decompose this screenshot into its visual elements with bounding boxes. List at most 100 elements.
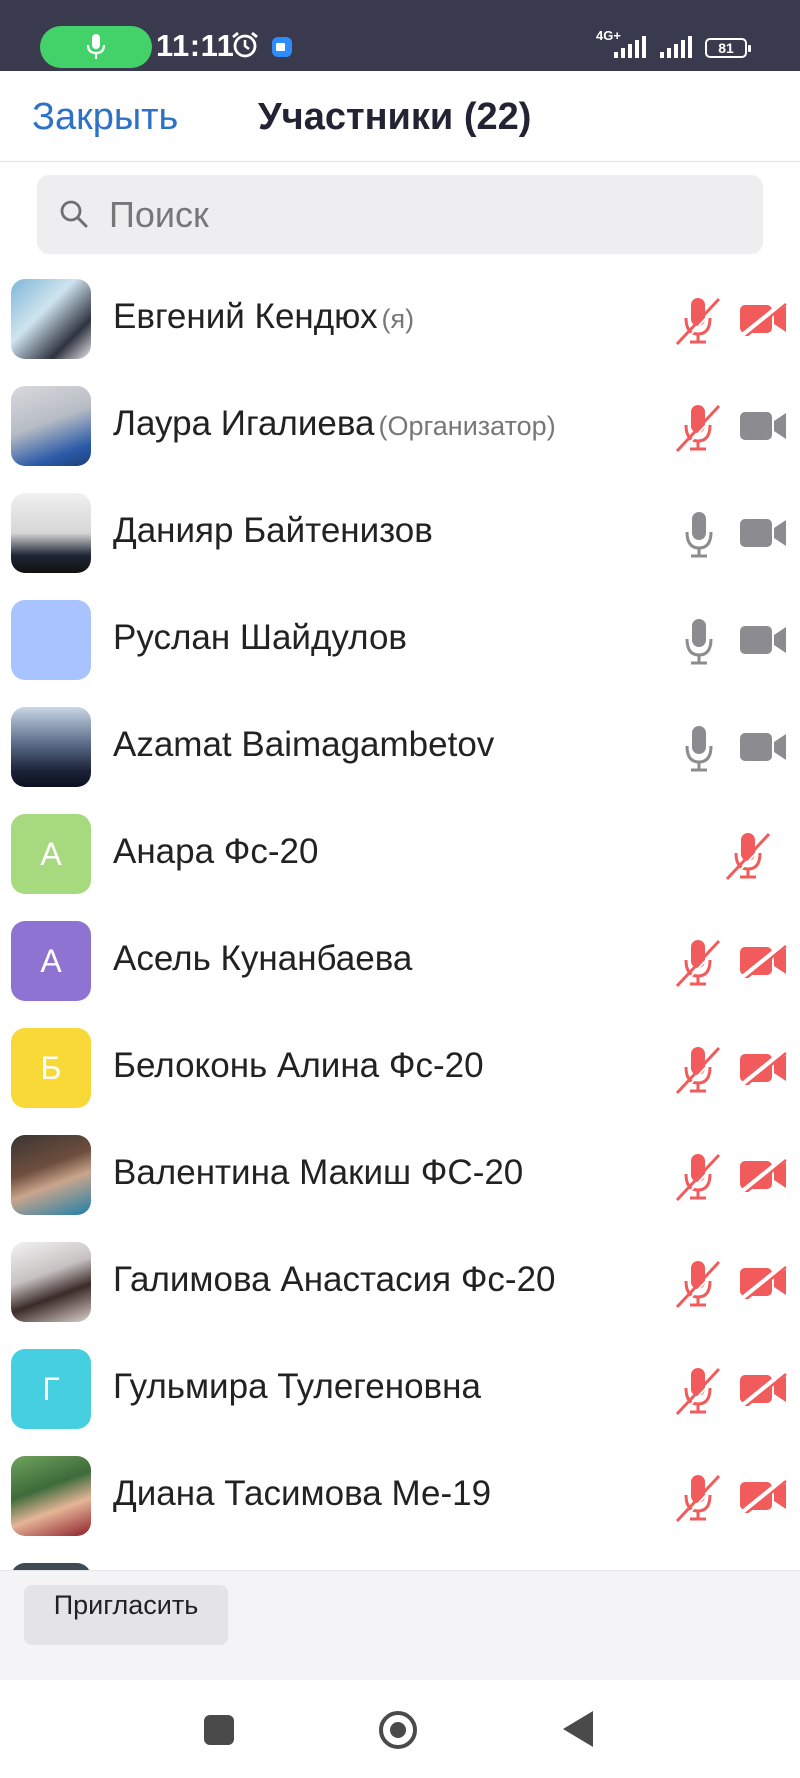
microphone-icon [86,34,106,59]
avatar [11,1135,91,1215]
signal-icon [660,36,692,58]
avatar: Б [11,1028,91,1108]
participant-name-text: Валентина Макиш ФС-20 [113,1153,524,1192]
battery-level: 81 [718,40,734,56]
participant-name-text: Руслан Шайдулов [113,618,408,657]
avatar [11,386,91,466]
video-off-icon[interactable] [740,1049,788,1090]
participant-name: Гульмира Тулегеновна [113,1367,481,1407]
participant-role-tag: (я) [381,304,415,334]
avatar [11,1456,91,1536]
video-camera-icon[interactable] [740,623,788,662]
participant-row[interactable]: А Асель Кунанбаева [0,907,800,1014]
video-off-icon[interactable] [740,300,788,341]
search-icon [60,200,88,228]
participants-header: Закрыть Участники (22) [0,71,800,162]
microphone-muted-icon[interactable] [674,1259,723,1314]
avatar [11,600,91,680]
participant-name-text: Белоконь Алина Фс-20 [113,1046,484,1085]
status-time: 11:11 [156,28,235,63]
participant-name: Белоконь Алина Фс-20 [113,1046,484,1086]
participant-name-text: Azamat Baimagambetov [113,725,495,764]
microphone-muted-icon[interactable] [674,1152,723,1207]
status-bar: 11:11 4G+ 81 [0,0,800,71]
microphone-icon[interactable] [684,724,714,779]
participant-row[interactable]: Данияр Байтенизов [0,479,800,586]
participant-name: Диана Тасимова Ме-19 [113,1474,491,1514]
microphone-muted-icon[interactable] [674,296,723,351]
video-off-icon[interactable] [740,942,788,983]
alarm-icon [232,31,258,58]
avatar-initial: А [40,942,62,979]
close-button[interactable]: Закрыть [32,96,178,139]
microphone-icon[interactable] [684,510,714,565]
microphone-muted-icon[interactable] [674,1366,723,1421]
participant-row[interactable]: Валентина Макиш ФС-20 [0,1121,800,1228]
participant-row[interactable]: Евгений Кендюх (я) [0,265,800,372]
video-camera-icon[interactable] [740,516,788,555]
active-mic-indicator[interactable] [40,26,152,68]
participant-name-text: Асель Кунанбаева [113,939,413,978]
participant-name: Галимова Анастасия Фс-20 [113,1260,556,1300]
microphone-icon[interactable] [684,617,714,672]
avatar-initial: Г [42,1370,60,1407]
zoom-app-icon [272,37,292,57]
video-off-icon[interactable] [740,1370,788,1411]
home-button[interactable] [379,1711,417,1749]
avatar: А [11,921,91,1001]
participant-row[interactable]: Б Белоконь Алина Фс-20 [0,1014,800,1121]
page-title: Участники (22) [258,96,532,138]
participant-name-text: Данияр Байтенизов [113,511,433,550]
video-off-icon[interactable] [740,1156,788,1197]
bottom-toolbar: Пригласить [0,1570,800,1681]
avatar [11,279,91,359]
participant-row[interactable]: Г Гульмира Тулегеновна [0,1335,800,1442]
participant-row[interactable]: Лаура Игалиева (Организатор) [0,372,800,479]
participant-name: Azamat Baimagambetov [113,725,494,765]
participant-name: Асель Кунанбаева [113,939,412,979]
microphone-muted-icon[interactable] [674,938,723,993]
participant-list[interactable]: Евгений Кендюх (я) Лаура Игалиева (Организа… [0,265,800,1570]
participant-row[interactable]: Диана Тасимова Ме-19 [0,1442,800,1549]
participant-name: Евгений Кендюх (я) [113,297,414,337]
participant-row[interactable]: Руслан Шайдулов [0,586,800,693]
participant-name-text: Лаура Игалиева [113,404,375,443]
search-bar[interactable] [37,175,763,254]
avatar: Г [11,1349,91,1429]
participant-row[interactable]: Azamat Baimagambetov [0,693,800,800]
video-camera-icon[interactable] [740,730,788,769]
microphone-muted-icon[interactable] [674,1045,723,1100]
microphone-muted-icon[interactable] [674,403,723,458]
participant-name: Данияр Байтенизов [113,511,433,551]
participant-name-text: Галимова Анастасия Фс-20 [113,1260,556,1299]
system-nav-bar [0,1680,800,1778]
avatar-initial: Б [40,1049,62,1086]
video-off-icon[interactable] [740,1263,788,1304]
participant-name: Валентина Макиш ФС-20 [113,1153,523,1193]
signal-icon [614,36,646,58]
search-input[interactable] [107,189,731,241]
microphone-muted-icon[interactable] [724,831,773,886]
participant-name-text: Анара Фс-20 [113,832,319,871]
invite-button[interactable]: Пригласить [24,1585,228,1645]
avatar: А [11,814,91,894]
avatar [11,1563,91,1570]
battery-icon: 81 [705,38,751,58]
avatar [11,1242,91,1322]
back-button[interactable] [563,1711,593,1747]
participant-name-text: Диана Тасимова Ме-19 [113,1474,492,1513]
participant-role-tag: (Организатор) [378,411,556,441]
participant-row[interactable] [0,1549,800,1570]
participant-name: Руслан Шайдулов [113,618,407,658]
participant-name-text: Евгений Кендюх [113,297,378,336]
recent-apps-button[interactable] [204,1715,234,1745]
participant-name: Анара Фс-20 [113,832,319,872]
participant-row[interactable]: А Анара Фс-20 [0,800,800,907]
video-camera-icon[interactable] [740,409,788,448]
video-off-icon[interactable] [740,1477,788,1518]
microphone-muted-icon[interactable] [674,1473,723,1528]
avatar [11,493,91,573]
avatar [11,707,91,787]
participant-name-text: Гульмира Тулегеновна [113,1367,481,1406]
participant-row[interactable]: Галимова Анастасия Фс-20 [0,1228,800,1335]
